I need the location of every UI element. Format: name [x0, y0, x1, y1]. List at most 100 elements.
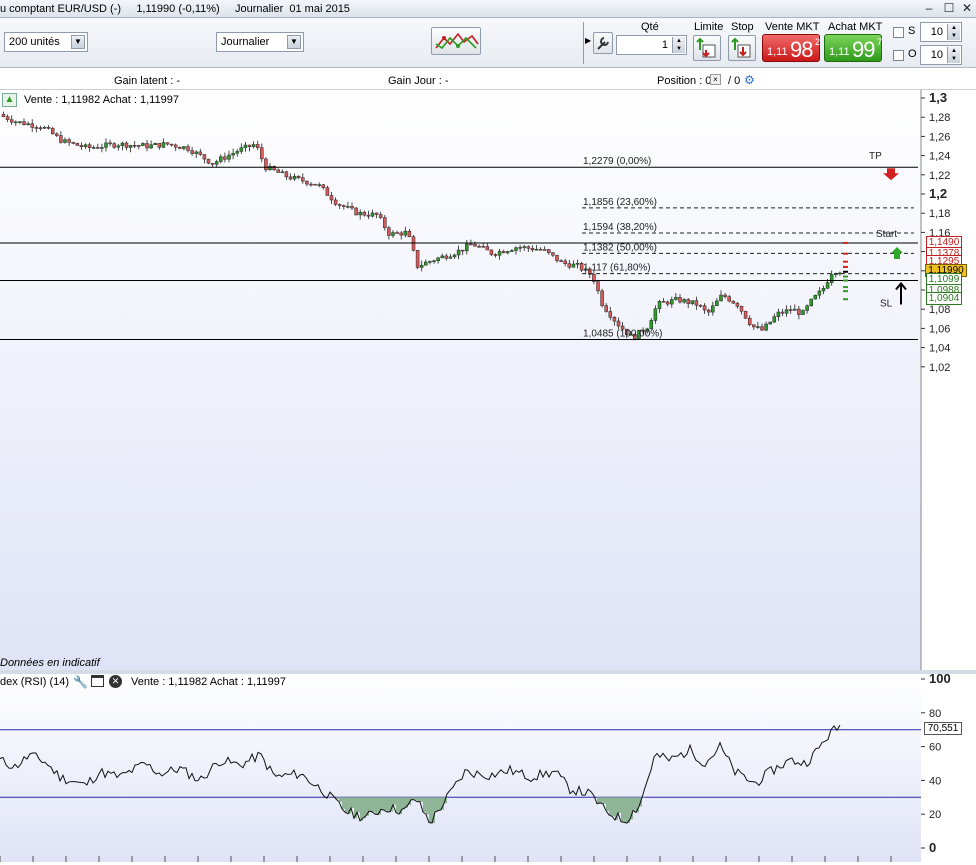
- close-icon[interactable]: ✕: [960, 1, 974, 15]
- candle-body: [161, 142, 166, 148]
- candle-body: [243, 144, 248, 148]
- candle-body: [825, 282, 830, 289]
- candle-body: [419, 264, 424, 268]
- candle-body: [510, 250, 514, 252]
- rsi-tick-label: 80: [929, 708, 941, 720]
- candle-body: [280, 171, 285, 174]
- maximize-icon[interactable]: ☐: [942, 1, 956, 15]
- s-value-input[interactable]: 10 ▲ ▼: [920, 22, 962, 42]
- candle-body: [501, 251, 506, 254]
- gear-icon[interactable]: ⚙: [744, 73, 755, 87]
- candle-body: [342, 205, 346, 207]
- candle-body: [317, 184, 321, 186]
- s-stepper[interactable]: ▲ ▼: [947, 24, 960, 40]
- candle-body: [735, 302, 740, 307]
- candle-body: [288, 176, 293, 180]
- candle-body: [838, 272, 842, 275]
- candle-body: [292, 175, 297, 180]
- candle-body: [477, 245, 481, 248]
- units-select[interactable]: 200 unités ▼: [4, 32, 88, 52]
- candle-body: [34, 127, 39, 129]
- wrench-icon[interactable]: 🔧: [73, 675, 88, 689]
- candle-body: [739, 306, 744, 312]
- rsi-tick-label: 100: [929, 671, 951, 686]
- candle-body: [219, 156, 223, 162]
- minimize-icon[interactable]: –: [922, 1, 936, 15]
- arrow-up-icon: ▲: [4, 94, 15, 105]
- candle-body: [428, 261, 432, 263]
- candle-body: [247, 144, 252, 147]
- close-icon[interactable]: ✕: [109, 675, 122, 688]
- stop-order-button[interactable]: [728, 35, 756, 61]
- candle-body: [83, 144, 88, 148]
- candle-body: [481, 246, 485, 248]
- candle-body: [301, 177, 305, 182]
- candle-body: [305, 180, 309, 185]
- candle-body: [711, 305, 715, 313]
- candle-body: [752, 324, 756, 328]
- buy-market-button[interactable]: 1,11 99 7: [824, 34, 882, 62]
- candle-body: [87, 144, 92, 148]
- buy-label: Achat MKT: [828, 21, 883, 33]
- collapse-panel-button[interactable]: ▲: [2, 93, 17, 107]
- close-position-icon[interactable]: ×: [710, 74, 721, 85]
- candle-body: [575, 263, 580, 265]
- qty-stepper[interactable]: ▲ ▼: [672, 37, 685, 53]
- limit-order-button[interactable]: [693, 35, 721, 61]
- sell-price-sup: 2: [815, 37, 821, 47]
- candle-body: [91, 147, 96, 149]
- indicators-button[interactable]: [431, 27, 481, 55]
- candle-body: [59, 135, 63, 143]
- candle-body: [362, 211, 367, 216]
- candle-body: [223, 156, 227, 160]
- candle-body: [432, 260, 436, 263]
- candle-body: [198, 151, 203, 155]
- candle-body: [612, 316, 617, 322]
- wrench-icon: [597, 37, 609, 50]
- candle-body: [809, 298, 813, 306]
- candle-body: [358, 211, 362, 216]
- s-label: S: [908, 25, 916, 37]
- candle-body: [723, 294, 727, 297]
- candle-body: [460, 249, 465, 252]
- panel-splitter[interactable]: [0, 670, 976, 674]
- candle-body: [424, 261, 428, 266]
- candle-body: [128, 145, 133, 148]
- candle-body: [793, 308, 797, 311]
- candle-body: [227, 154, 231, 160]
- candle-body: [108, 142, 112, 145]
- candle-body: [801, 310, 805, 315]
- chart-canvas[interactable]: 1,2279 (0,00%) 1,1856 (23,60%) 1,1594 (38,…: [0, 90, 976, 862]
- sell-market-button[interactable]: 1,11 98 2: [762, 34, 820, 62]
- o-label: O: [908, 48, 917, 60]
- price-tick-label: 1,02: [929, 362, 950, 374]
- window-icon[interactable]: [91, 675, 104, 687]
- o-value-input[interactable]: 10 ▲ ▼: [920, 45, 962, 65]
- candle-body: [493, 254, 498, 256]
- period-select[interactable]: Journalier ▼: [216, 32, 304, 52]
- candle-body: [616, 320, 621, 327]
- candle-body: [325, 187, 330, 196]
- window-title: u comptant EUR/USD (-) 1,11990 (-0,11%) …: [0, 3, 350, 15]
- candle-body: [727, 296, 731, 302]
- s-checkbox[interactable]: [893, 27, 904, 38]
- candle-body: [63, 139, 67, 143]
- candle-body: [169, 143, 174, 146]
- candle-body: [571, 263, 576, 268]
- candle-body: [399, 232, 403, 236]
- price-tick-label: 1,22: [929, 170, 950, 182]
- o-stepper[interactable]: ▲ ▼: [947, 47, 960, 63]
- fib-label: 1,117 (61,80%): [583, 263, 651, 274]
- candle-body: [715, 300, 719, 307]
- settings-button[interactable]: [593, 32, 613, 54]
- candle-body: [465, 243, 469, 252]
- candle-body: [104, 142, 108, 148]
- candle-body: [100, 147, 104, 149]
- candle-body: [346, 206, 350, 208]
- candle-body: [415, 250, 420, 268]
- candle-body: [407, 230, 412, 237]
- price-tick-label: 1,06: [929, 323, 950, 335]
- o-checkbox[interactable]: [893, 50, 904, 61]
- qty-input[interactable]: 1 ▲ ▼: [616, 35, 687, 55]
- rsi-tick-label: 20: [929, 809, 941, 821]
